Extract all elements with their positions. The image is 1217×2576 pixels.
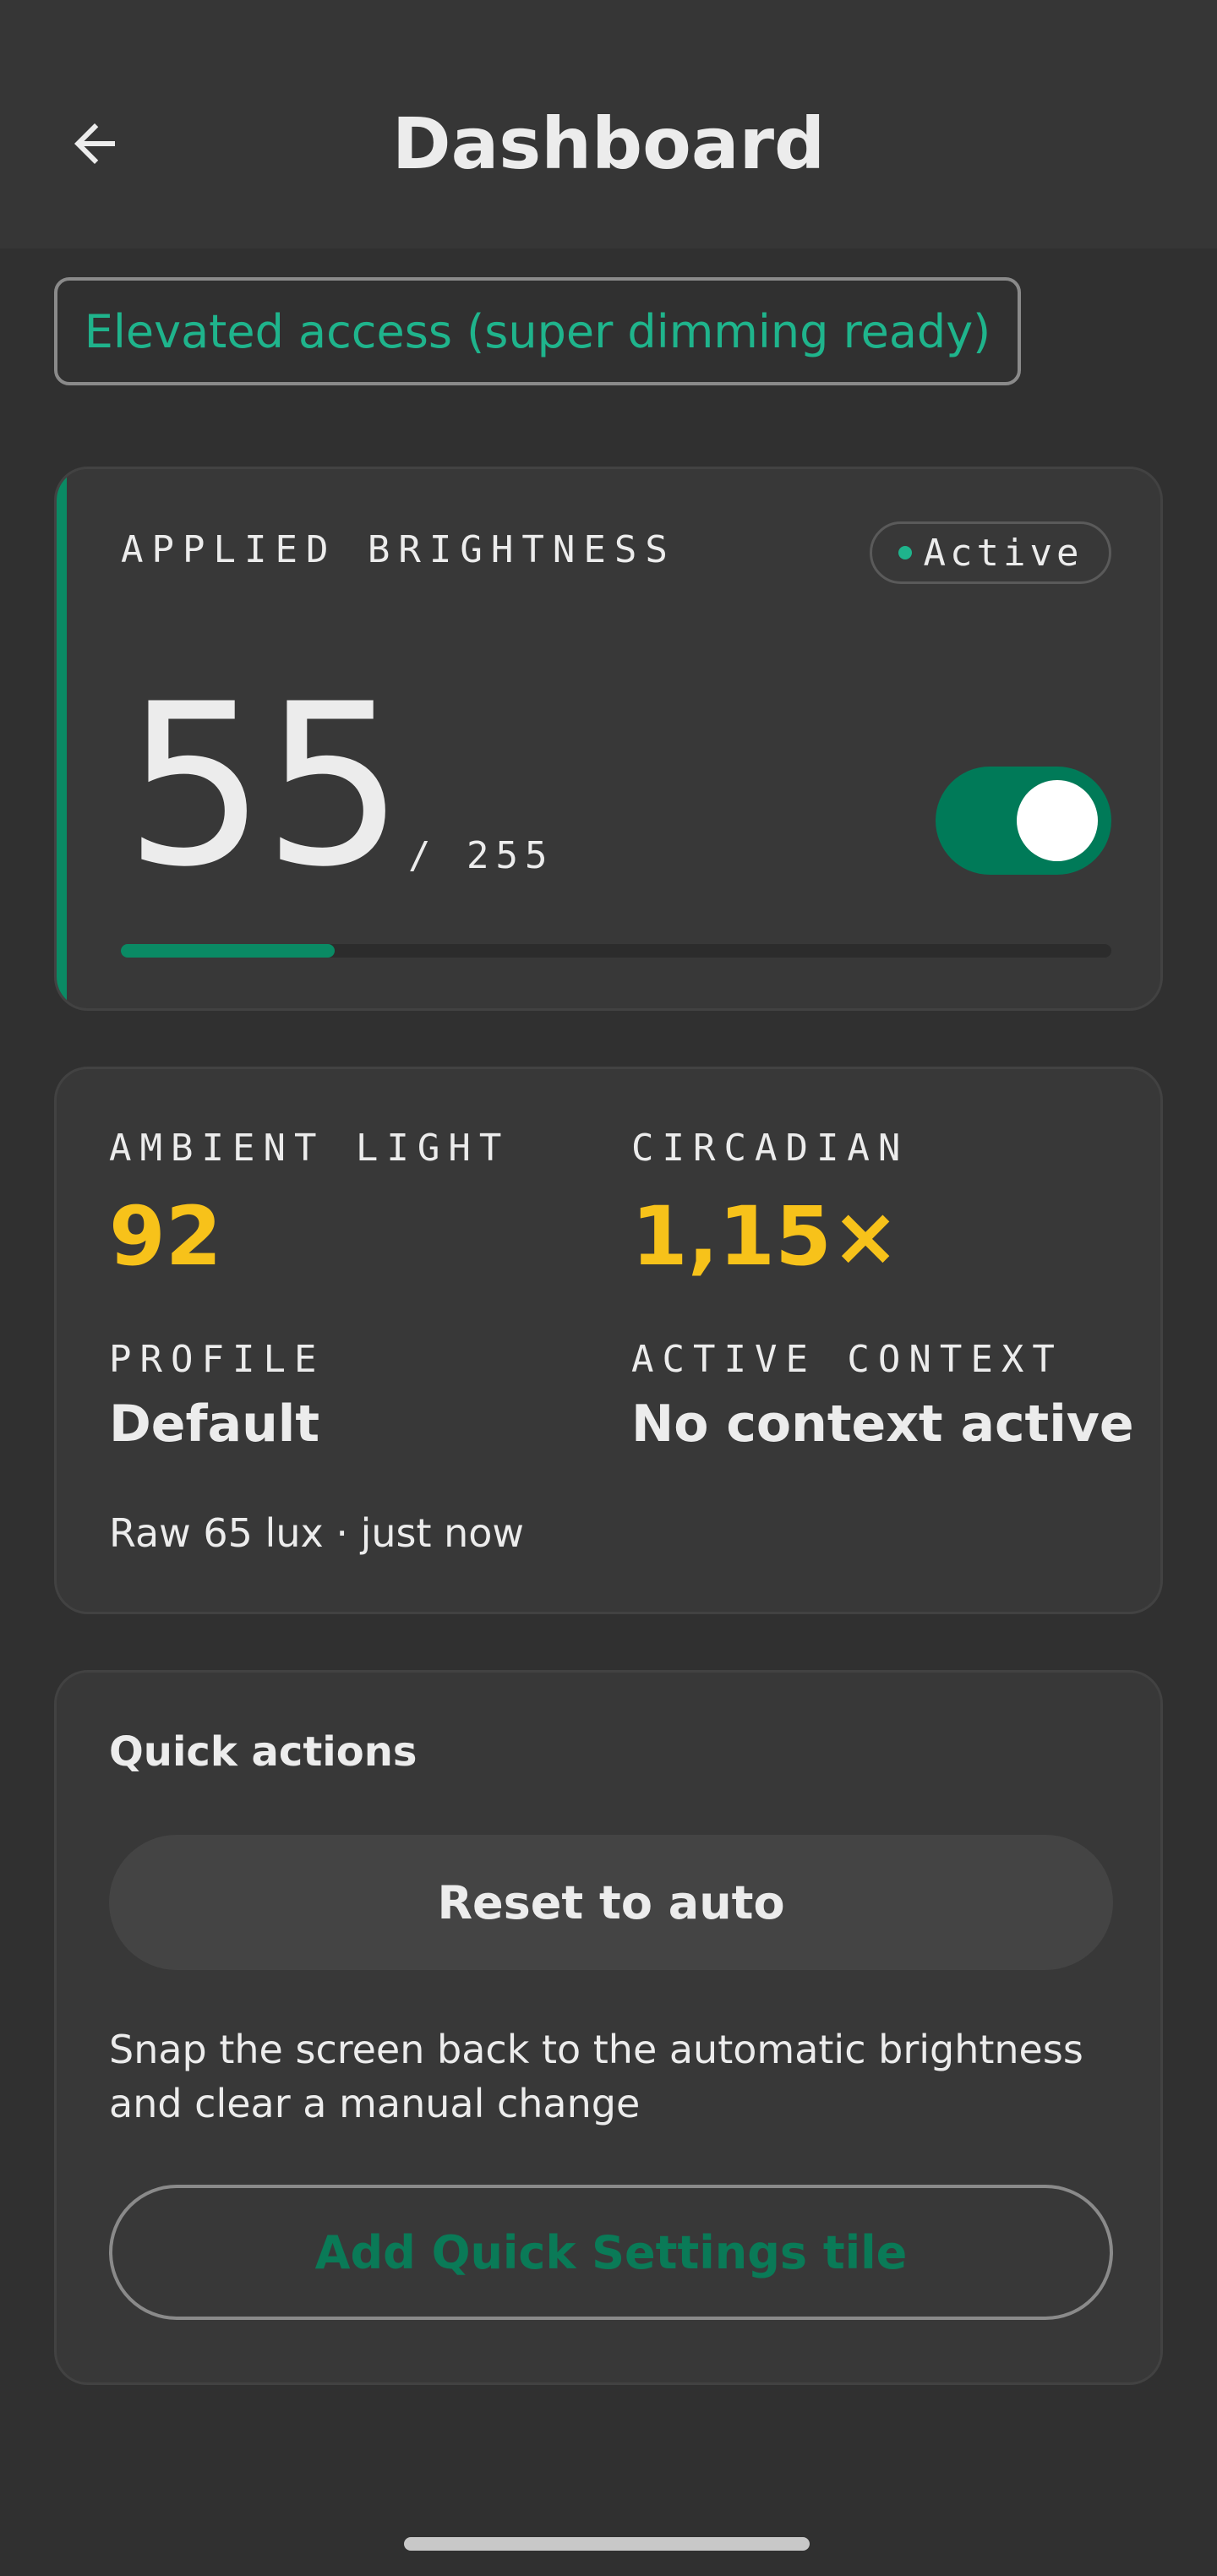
ambient-light-label: AMBIENT LIGHT xyxy=(109,1127,510,1170)
raw-lux-reading: Raw 65 lux · just now xyxy=(109,1510,525,1556)
app-bar: Dashboard xyxy=(0,0,1217,248)
status-dot-icon xyxy=(898,546,912,559)
brightness-max: / 255 xyxy=(408,834,554,877)
brightness-progress-fill xyxy=(121,944,335,958)
brightness-progress-bar xyxy=(121,944,1111,958)
reset-to-auto-button[interactable]: Reset to auto xyxy=(109,1835,1113,1970)
elevated-access-label: Elevated access (super dimming ready) xyxy=(84,304,991,358)
reset-description: Snap the screen back to the automatic br… xyxy=(109,2027,1083,2126)
home-indicator[interactable] xyxy=(404,2537,810,2551)
active-context-label: ACTIVE CONTEXT xyxy=(631,1338,1063,1381)
elevated-access-chip[interactable]: Elevated access (super dimming ready) xyxy=(54,277,1021,385)
quick-actions-title: Quick actions xyxy=(109,1728,417,1776)
stats-card: AMBIENT LIGHT 92 CIRCADIAN 1,15× PROFILE… xyxy=(54,1067,1163,1614)
status-badge-label: Active xyxy=(923,531,1083,575)
add-quick-settings-tile-button[interactable]: Add Quick Settings tile xyxy=(109,2185,1113,2320)
page-title: Dashboard xyxy=(391,102,826,185)
quick-actions-card: Quick actions Reset to auto Snap the scr… xyxy=(54,1670,1163,2385)
status-badge: Active xyxy=(870,521,1111,584)
applied-brightness-label: APPLIED BRIGHTNESS xyxy=(121,528,676,571)
add-quick-settings-tile-label: Add Quick Settings tile xyxy=(314,2225,908,2279)
circadian-value: 1,15× xyxy=(631,1189,900,1284)
brightness-toggle[interactable] xyxy=(936,767,1111,875)
profile-label: PROFILE xyxy=(109,1338,325,1381)
toggle-knob xyxy=(1017,780,1098,861)
active-context-value: No context active xyxy=(631,1394,1134,1454)
applied-brightness-card: APPLIED BRIGHTNESS Active 55 / 255 xyxy=(54,467,1163,1011)
circadian-label: CIRCADIAN xyxy=(631,1127,909,1170)
reset-to-auto-label: Reset to auto xyxy=(437,1875,785,1929)
ambient-light-value: 92 xyxy=(109,1189,222,1284)
brightness-value: 55 xyxy=(124,657,405,916)
profile-value: Default xyxy=(109,1394,320,1454)
card-accent-bar xyxy=(57,469,67,1008)
